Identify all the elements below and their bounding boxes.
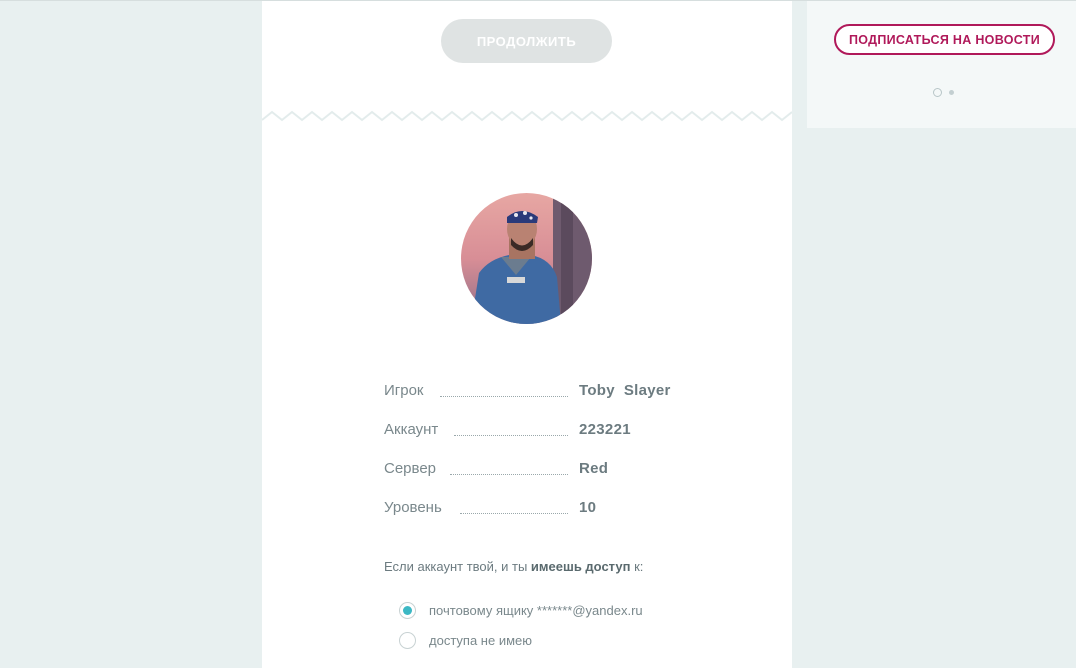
player-level: 10 xyxy=(579,499,597,516)
subscribe-news-button[interactable]: ПОДПИСАТЬСЯ НА НОВОСТИ xyxy=(834,24,1055,55)
leader-dots xyxy=(450,474,568,475)
leader-dots xyxy=(460,513,568,514)
info-label: Сервер xyxy=(384,459,441,479)
player-avatar xyxy=(461,193,592,324)
access-prompt: Если аккаунт твой, и ты имеешь доступ к: xyxy=(384,558,643,576)
radio-dot xyxy=(403,605,412,615)
access-prompt-bold: имеешь доступ xyxy=(530,559,631,574)
info-label: Игрок xyxy=(384,381,428,401)
info-row-player: Игрок Toby Slayer xyxy=(384,381,684,420)
radio-unchecked[interactable] xyxy=(399,631,416,649)
access-prompt-before: Если аккаунт твой, и ты xyxy=(384,559,531,574)
continue-button[interactable]: ПРОДОЛЖИТЬ xyxy=(441,19,612,63)
info-row-account: Аккаунт 223221 xyxy=(384,420,684,459)
info-label: Аккаунт xyxy=(384,420,443,440)
leader-dots xyxy=(440,396,568,397)
option-email[interactable]: почтовому ящику *******@yandex.ru xyxy=(399,599,643,621)
zigzag-divider xyxy=(262,110,792,122)
pager-dot-active[interactable] xyxy=(933,88,942,97)
access-prompt-after: к: xyxy=(630,559,644,574)
option-email-label[interactable]: почтовому ящику *******@yandex.ru xyxy=(429,603,643,618)
info-label: Уровень xyxy=(384,498,446,518)
account-info: Игрок Toby Slayer Аккаунт 223221 Сервер … xyxy=(384,381,684,537)
option-no-access-label[interactable]: доступа не имею xyxy=(429,633,532,648)
leader-dots xyxy=(454,435,568,436)
player-name: Toby Slayer xyxy=(579,382,671,399)
pager-dot[interactable] xyxy=(949,90,954,95)
info-row-level: Уровень 10 xyxy=(384,498,684,537)
news-panel: ПОДПИСАТЬСЯ НА НОВОСТИ xyxy=(807,1,1076,128)
radio-checked[interactable] xyxy=(399,601,416,619)
pager xyxy=(933,88,954,97)
info-row-server: Сервер Red xyxy=(384,459,684,498)
server-name: Red xyxy=(579,460,609,477)
main-card: ПРОДОЛЖИТЬ Игрок Toby Slayer Аккаунт 223… xyxy=(262,1,792,668)
account-id: 223221 xyxy=(579,421,631,438)
option-no-access[interactable]: доступа не имею xyxy=(399,629,532,651)
